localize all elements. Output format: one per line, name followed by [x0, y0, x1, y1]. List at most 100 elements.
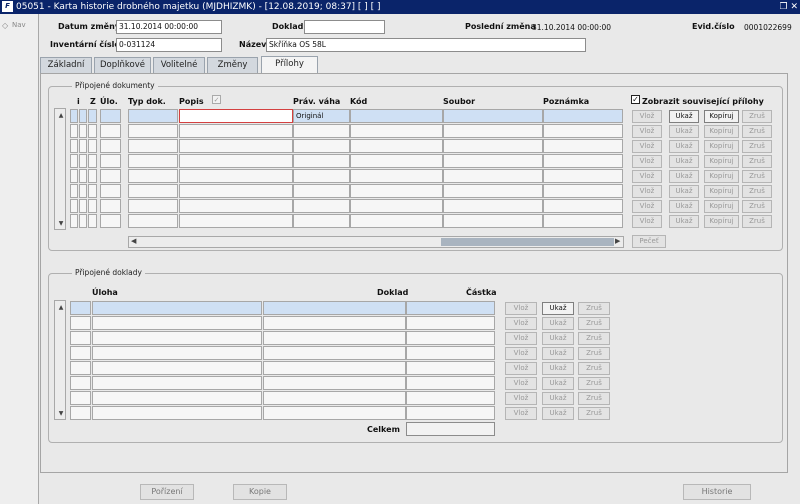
kopiruj-button[interactable]: Kopíruj	[704, 200, 739, 213]
cell-doklad[interactable]	[263, 331, 406, 345]
tab-zmeny[interactable]: Změny	[207, 57, 258, 73]
cell-i[interactable]	[70, 109, 78, 123]
cell-ulo[interactable]	[88, 139, 97, 153]
tab-volitelne[interactable]: Volitelné	[153, 57, 205, 73]
ukaz-button[interactable]: Ukaž	[542, 332, 574, 345]
ukaz-button[interactable]: Ukaž	[542, 317, 574, 330]
cell-marker[interactable]	[70, 406, 91, 420]
cell-castka[interactable]	[406, 406, 495, 420]
cell-z[interactable]	[79, 184, 87, 198]
cell-marker[interactable]	[70, 301, 91, 315]
inventarni-cislo-field[interactable]: 0-031124	[116, 38, 222, 52]
cell-ulo-detail[interactable]	[100, 199, 121, 213]
cell-typ-dok[interactable]	[128, 199, 178, 213]
cell-z[interactable]	[79, 154, 87, 168]
window-controls[interactable]: ❐ ✕	[780, 0, 799, 14]
ukaz-button[interactable]: Ukaž	[542, 392, 574, 405]
ukaz-button[interactable]: Ukaž	[669, 110, 699, 123]
cell-popis[interactable]	[179, 169, 293, 183]
vloz-button[interactable]: Vlož	[505, 392, 537, 405]
cell-ulo-detail[interactable]	[100, 154, 121, 168]
vloz-button[interactable]: Vlož	[632, 215, 662, 228]
cell-ulo[interactable]	[88, 109, 97, 123]
scroll-up-icon[interactable]: ▲	[56, 111, 66, 121]
vloz-button[interactable]: Vlož	[632, 155, 662, 168]
cell-doklad[interactable]	[263, 361, 406, 375]
zrus-button[interactable]: Zruš	[742, 110, 772, 123]
cell-uloha[interactable]	[92, 406, 262, 420]
kopiruj-button[interactable]: Kopíruj	[704, 170, 739, 183]
cell-doklad[interactable]	[263, 406, 406, 420]
show-related-checkbox[interactable]: ✓	[631, 95, 640, 104]
cell-uloha[interactable]	[92, 391, 262, 405]
cell-typ-dok[interactable]	[128, 124, 178, 138]
ukaz-button[interactable]: Ukaž	[669, 200, 699, 213]
cell-marker[interactable]	[70, 346, 91, 360]
zrus-button[interactable]: Zruš	[742, 215, 772, 228]
cell-i[interactable]	[70, 169, 78, 183]
tab-doplnkove[interactable]: Doplňkové	[94, 57, 151, 73]
cell-z[interactable]	[79, 124, 87, 138]
ukaz-button[interactable]: Ukaž	[542, 407, 574, 420]
cell-popis[interactable]	[179, 154, 293, 168]
vloz-button[interactable]: Vlož	[632, 200, 662, 213]
cell-soubor[interactable]	[443, 109, 543, 123]
cell-typ-dok[interactable]	[128, 154, 178, 168]
vloz-button[interactable]: Vlož	[505, 362, 537, 375]
cell-soubor[interactable]	[443, 139, 543, 153]
cell-soubor[interactable]	[443, 169, 543, 183]
kopiruj-button[interactable]: Kopíruj	[704, 155, 739, 168]
cell-ulo[interactable]	[88, 199, 97, 213]
cell-z[interactable]	[79, 139, 87, 153]
cell-castka[interactable]	[406, 376, 495, 390]
cell-ulo-detail[interactable]	[100, 184, 121, 198]
ukaz-button[interactable]: Ukaž	[669, 140, 699, 153]
cell-popis[interactable]	[179, 199, 293, 213]
cell-ulo-detail[interactable]	[100, 109, 121, 123]
cell-kod[interactable]	[350, 154, 443, 168]
cell-doklad[interactable]	[263, 391, 406, 405]
cell-z[interactable]	[79, 169, 87, 183]
popis-checkbox[interactable]: ✓	[212, 95, 221, 104]
cell-z[interactable]	[79, 109, 87, 123]
ukaz-button[interactable]: Ukaž	[542, 362, 574, 375]
datum-zmeny-field[interactable]: 31.10.2014 00:00:00	[116, 20, 222, 34]
scroll-right-icon[interactable]: ▶	[615, 237, 620, 245]
cell-uloha[interactable]	[92, 361, 262, 375]
cell-popis[interactable]	[179, 184, 293, 198]
cell-ulo-detail[interactable]	[100, 139, 121, 153]
cell-popis[interactable]	[179, 124, 293, 138]
scroll-down-icon[interactable]: ▼	[56, 219, 66, 229]
cell-kod[interactable]	[350, 199, 443, 213]
ukaz-button[interactable]: Ukaž	[669, 215, 699, 228]
kopiruj-button[interactable]: Kopíruj	[704, 110, 739, 123]
cell-poznamka[interactable]	[543, 169, 623, 183]
cell-i[interactable]	[70, 184, 78, 198]
cell-ulo[interactable]	[88, 214, 97, 228]
cell-uloha[interactable]	[92, 376, 262, 390]
scroll-down-icon[interactable]: ▼	[56, 409, 66, 419]
cell-uloha[interactable]	[92, 346, 262, 360]
cell-uloha[interactable]	[92, 316, 262, 330]
zrus-button[interactable]: Zruš	[578, 302, 610, 315]
cell-castka[interactable]	[406, 346, 495, 360]
cell-typ-dok[interactable]	[128, 214, 178, 228]
ukaz-button[interactable]: Ukaž	[542, 302, 574, 315]
cell-prav-vaha[interactable]: Originál	[293, 109, 350, 123]
cell-castka[interactable]	[406, 361, 495, 375]
cell-castka[interactable]	[406, 301, 495, 315]
cell-z[interactable]	[79, 199, 87, 213]
ukaz-button[interactable]: Ukaž	[669, 155, 699, 168]
cell-ulo-detail[interactable]	[100, 214, 121, 228]
restore-icon[interactable]: ❐	[780, 2, 788, 12]
cell-popis[interactable]	[179, 109, 293, 123]
cell-i[interactable]	[70, 154, 78, 168]
ukaz-button[interactable]: Ukaž	[669, 185, 699, 198]
zrus-button[interactable]: Zruš	[742, 200, 772, 213]
cell-prav-vaha[interactable]	[293, 124, 350, 138]
cell-kod[interactable]	[350, 214, 443, 228]
vloz-button[interactable]: Vlož	[505, 377, 537, 390]
cell-typ-dok[interactable]	[128, 169, 178, 183]
zrus-button[interactable]: Zruš	[578, 347, 610, 360]
cell-marker[interactable]	[70, 391, 91, 405]
